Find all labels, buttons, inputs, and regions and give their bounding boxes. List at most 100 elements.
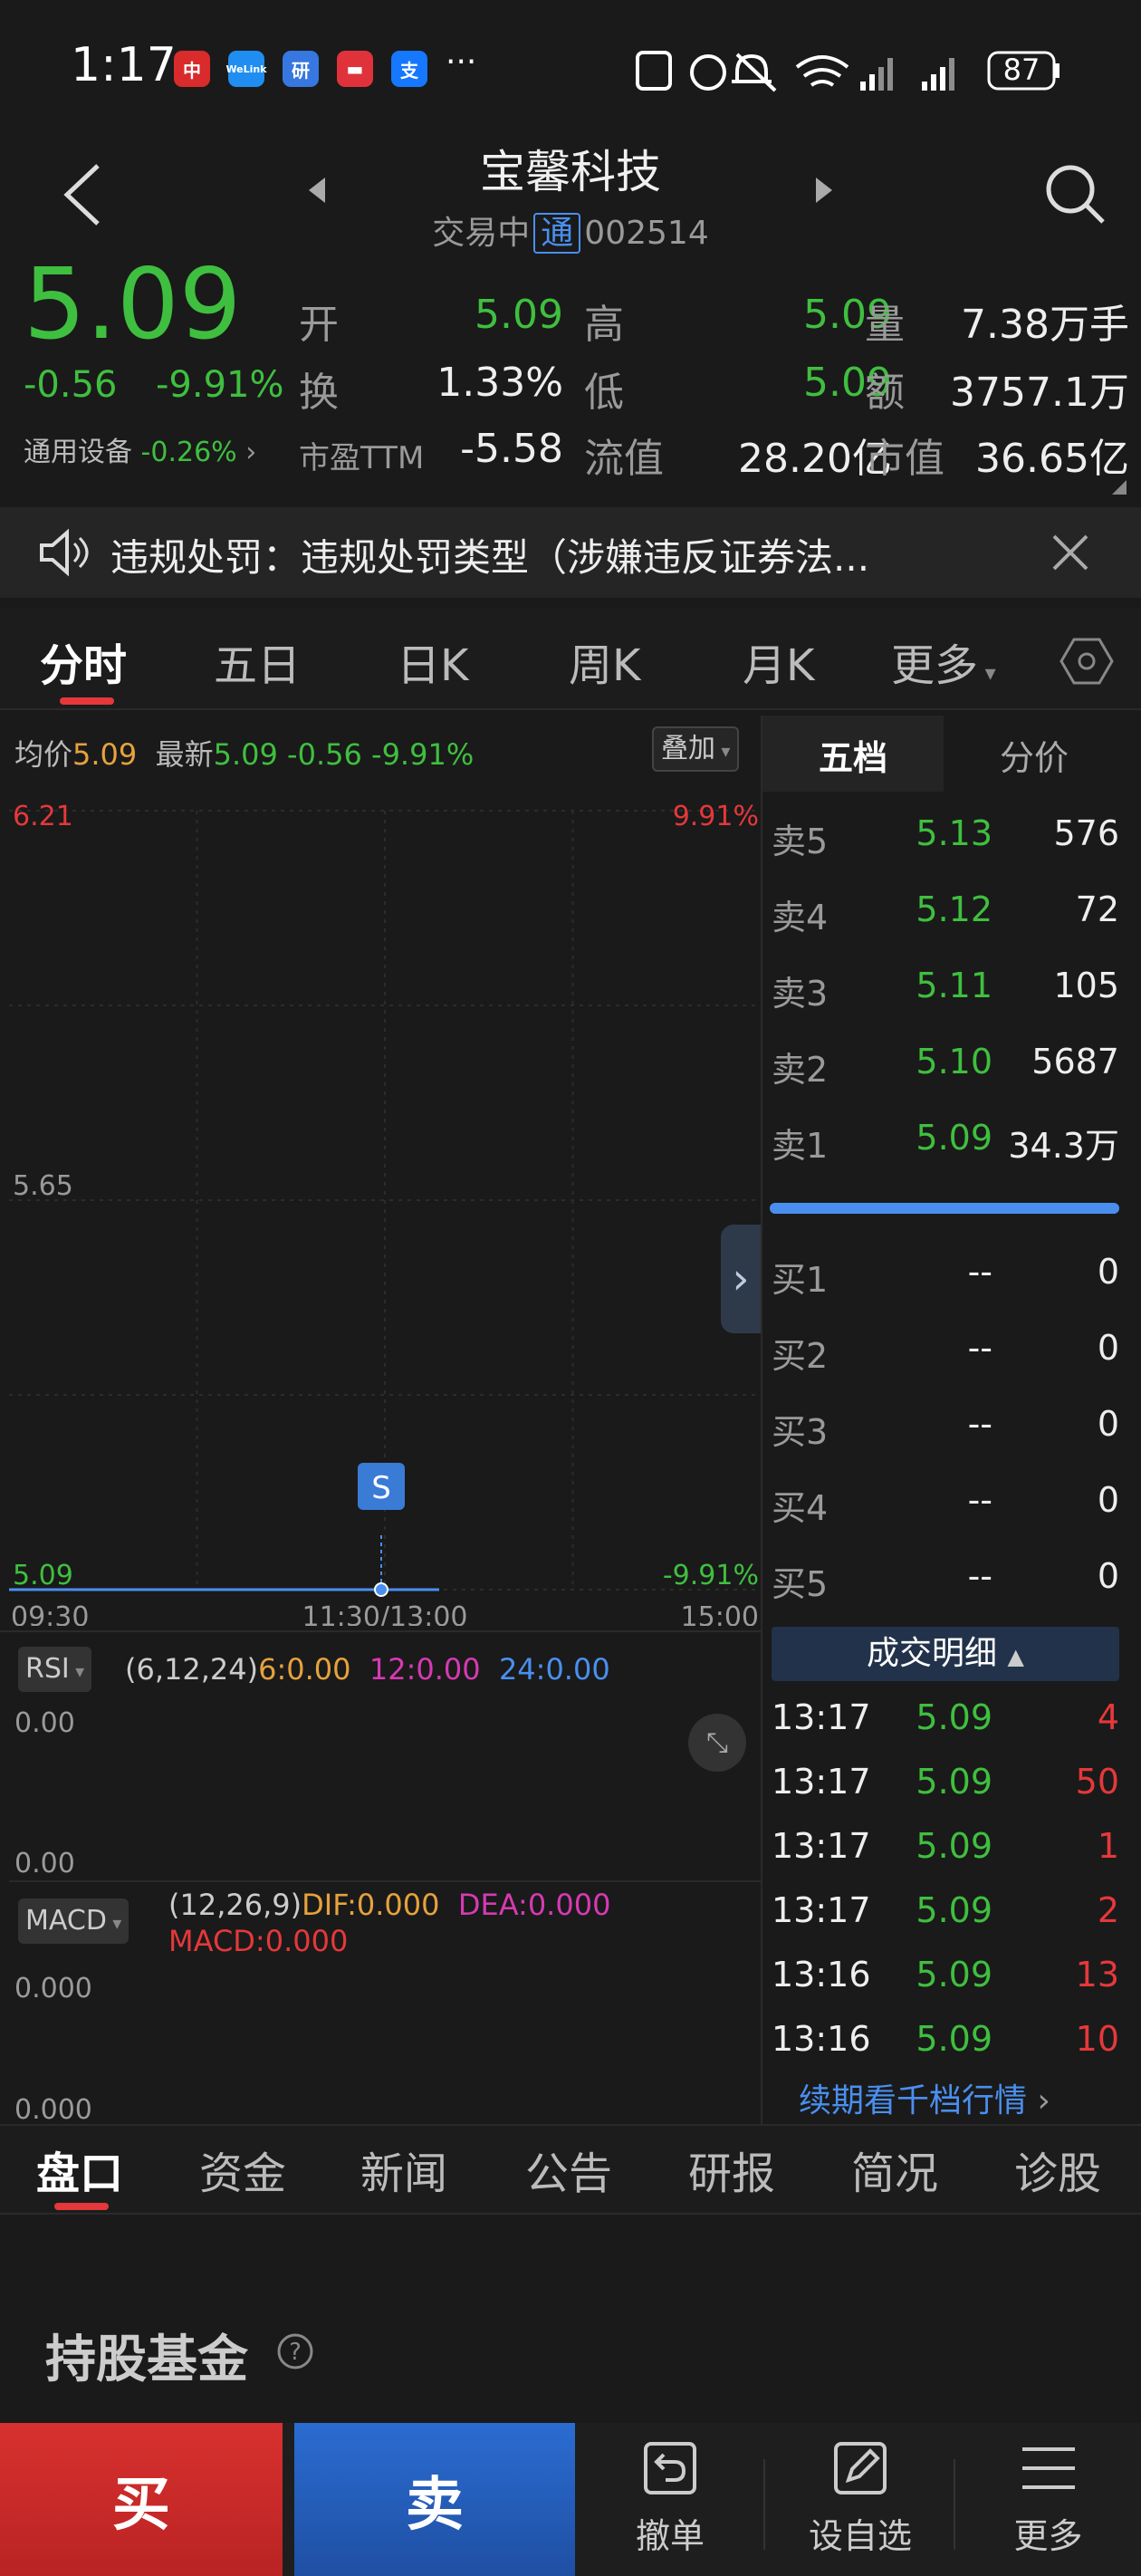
signal-icon <box>860 58 954 91</box>
macd-params: (12,26,9) <box>168 1888 302 1922</box>
help-icon[interactable]: ? <box>275 2331 315 2371</box>
tab-announcements[interactable]: 公告 <box>525 2138 612 2201</box>
tab-funds[interactable]: 资金 <box>199 2138 286 2201</box>
sector-name: 通用设备 <box>24 437 132 468</box>
tab-monthly-k[interactable]: 月K <box>743 630 814 693</box>
dropdown-icon: ▾ <box>106 1912 122 1934</box>
tab-weekly-k[interactable]: 周K <box>569 630 640 693</box>
more-notifications-icon: ··· <box>446 43 477 81</box>
research-app-icon: 研 <box>283 51 319 87</box>
buy-level-volume: 0 <box>1097 1556 1119 1596</box>
tab-research[interactable]: 研报 <box>688 2138 775 2201</box>
turnover-value: 1.33% <box>436 360 563 406</box>
rsi-top-tick: 0.00 <box>14 1707 75 1739</box>
intraday-chart[interactable]: 6.21 5.65 5.09 9.91% -9.91% 09:30 11:30/13:0… <box>9 793 761 1626</box>
add-watchlist-button[interactable]: 设自选 <box>765 2437 955 2558</box>
sell-level-label: 卖5 <box>772 822 829 861</box>
app-icon-4: ▬ <box>337 51 373 87</box>
sector-link[interactable]: 通用设备 -0.26% › <box>24 429 256 469</box>
trading-status: 交易中 <box>432 215 531 252</box>
right-tick-label: -9.91% <box>663 1560 759 1591</box>
expand-panel-button[interactable]: › <box>721 1225 761 1333</box>
chevron-right-icon: › <box>1037 2082 1050 2119</box>
rsi-label: RSI <box>25 1653 70 1685</box>
buy-level-price: -- <box>967 1252 992 1292</box>
open-label: 开 <box>299 302 339 348</box>
cancel-order-button[interactable]: 撤单 <box>575 2437 765 2558</box>
macd-top-tick: 0.000 <box>14 1973 92 2004</box>
add-watchlist-label: 设自选 <box>808 2516 912 2556</box>
current-price: 5.09 <box>24 248 242 361</box>
dropdown-icon: ▾ <box>715 740 731 762</box>
trade-volume: 50 <box>1075 1762 1119 1802</box>
more-button[interactable]: 更多 <box>955 2437 1141 2558</box>
tab-price-dist[interactable]: 分价 <box>944 730 1125 780</box>
macd-bottom-tick: 0.000 <box>14 2094 92 2126</box>
tab-5day[interactable]: 五日 <box>214 630 301 693</box>
expand-corner-icon[interactable] <box>1110 478 1128 496</box>
tab-profile[interactable]: 简况 <box>851 2138 938 2201</box>
x-tick-label: 11:30/13:00 <box>302 1601 467 1626</box>
signal-marker-label: S <box>371 1470 391 1506</box>
tab-five-levels-label: 五档 <box>818 738 887 778</box>
trade-time: 13:17 <box>772 1762 871 1802</box>
rsi-24: 24:0.00 <box>498 1652 610 1687</box>
buy-level-volume: 0 <box>1097 1404 1119 1444</box>
menu-icon <box>1021 2447 1075 2489</box>
tab-diagnosis[interactable]: 诊股 <box>1014 2138 1101 2201</box>
buy-level-volume: 0 <box>1097 1328 1119 1368</box>
tab-indicator <box>60 697 114 705</box>
sell-level-label: 卖2 <box>772 1050 829 1090</box>
y-tick-label: 5.65 <box>13 1170 73 1202</box>
cancel-order-label: 撤单 <box>635 2516 705 2556</box>
speaker-icon <box>40 528 89 577</box>
last-pct: -9.91% <box>371 737 475 772</box>
tab-intraday[interactable]: 分时 <box>40 630 127 693</box>
macd-dif: DIF:0.000 <box>302 1888 440 1922</box>
notice-text: 违规处罚：违规处罚类型（涉嫌违反证券法... <box>110 535 870 580</box>
last-value: 5.09 <box>213 737 278 772</box>
close-icon[interactable] <box>1050 533 1090 572</box>
sell-level-label: 卖4 <box>772 898 829 937</box>
trade-price: 5.09 <box>916 1762 992 1802</box>
next-stock-icon[interactable] <box>810 172 838 208</box>
sell-button[interactable]: 卖 <box>294 2423 575 2576</box>
sell-level-volume: 105 <box>1053 966 1119 1005</box>
sell-level-volume: 72 <box>1075 889 1119 929</box>
high-label: 高 <box>584 302 624 348</box>
buy-button[interactable]: 买 <box>0 2423 283 2576</box>
float-label: 流值 <box>584 436 664 482</box>
more-label: 更多 <box>1013 2516 1083 2556</box>
amount-value: 3757.1万 <box>950 370 1129 416</box>
divider <box>9 1880 761 1882</box>
price-change: -0.56 <box>24 364 118 406</box>
sell-level-volume: 5687 <box>1031 1042 1119 1081</box>
macd-values: (12,26,9)DIF:0.000 DEA:0.000 <box>168 1888 610 1922</box>
fullscreen-icon[interactable]: ⤡ <box>688 1714 746 1772</box>
tab-more[interactable]: 更多 ▾ <box>891 630 996 693</box>
tab-daily-k[interactable]: 日K <box>397 630 468 693</box>
stock-title: 宝馨科技 <box>480 146 661 198</box>
volume-value: 7.38万手 <box>961 302 1129 348</box>
thousand-level-label: 续期看千档行情 <box>799 2082 1028 2119</box>
settings-hexagon-icon[interactable] <box>1060 634 1114 688</box>
rsi-selector[interactable]: RSI ▾ <box>18 1647 92 1692</box>
macd-selector[interactable]: MACD ▾ <box>18 1898 129 1944</box>
trade-detail-header[interactable]: 成交明细 ▲ <box>772 1627 1119 1681</box>
overlay-button[interactable]: 叠加 ▾ <box>652 726 740 772</box>
buy-level-label: 买3 <box>772 1412 829 1452</box>
buy-level-label: 买2 <box>772 1336 829 1376</box>
thousand-level-link[interactable]: 续期看千档行情 › <box>799 2074 1050 2121</box>
divider <box>0 1630 761 1632</box>
tab-quote-detail[interactable]: 盘口 <box>36 2138 123 2201</box>
buy-level-price: -- <box>967 1404 992 1444</box>
mktcap-label: 市值 <box>865 436 944 482</box>
x-tick-label: 09:30 <box>11 1601 89 1626</box>
ratio-fill <box>770 1203 1119 1214</box>
chart-info: 均价5.09 最新5.09 -0.56 -9.91% <box>14 732 474 774</box>
tab-news[interactable]: 新闻 <box>360 2138 447 2201</box>
search-icon[interactable] <box>1040 159 1112 231</box>
sector-pct: -0.26% <box>140 437 237 468</box>
trade-volume: 10 <box>1075 2019 1119 2059</box>
alarm-icon <box>690 54 726 91</box>
